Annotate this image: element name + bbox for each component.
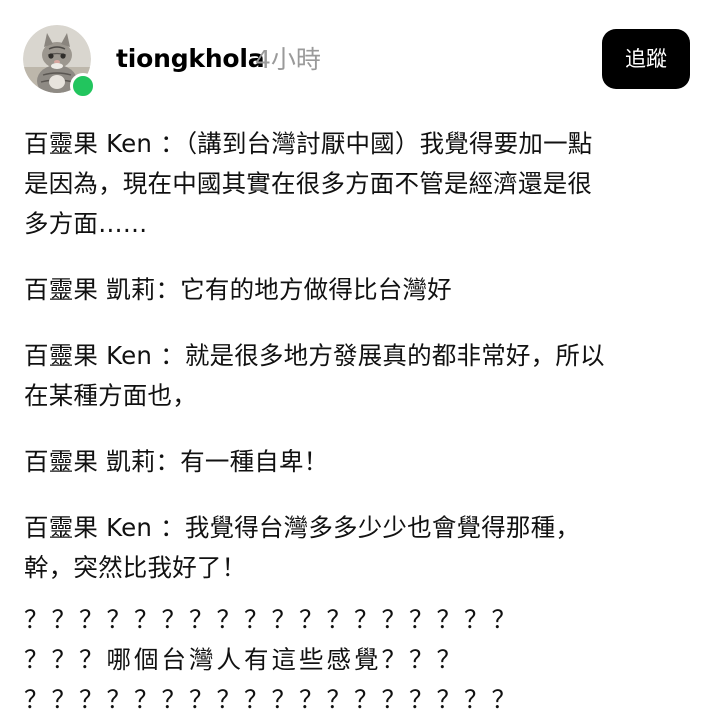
post-header: tiongkhola 4小時 追蹤 — [0, 0, 720, 110]
quote-paragraph: 百靈果 凱莉：它有的地方做得比台灣好 — [24, 275, 452, 304]
quote-paragraph: 百靈果 Ken ：我覺得台灣多多少少也會覺得那種， 幹，突然比我好了！ — [24, 513, 581, 582]
quote-paragraph: 百靈果 Ken ：（講到台灣討厭中國）我覺得要加一點 是因為，現在中國其實在很多… — [24, 129, 593, 238]
quote-paragraph: 百靈果 Ken ：就是很多地方發展真的都非常好，所以 在某種方面也， — [24, 341, 605, 410]
follow-button[interactable]: 追蹤 — [602, 29, 690, 89]
question-reaction: ？？？？？？？？？？？？？？？？？？ ？？？哪個台灣人有這些感覺？？？ ？？？？… — [24, 600, 694, 720]
username-link[interactable]: tiongkhola — [116, 42, 265, 76]
question-line: ？？？？？？？？？？？？？？？？？？ — [24, 605, 519, 634]
question-line: ？？？？？？？？？？？？？？？？？？ — [24, 685, 519, 714]
post-timestamp: 4小時 — [255, 45, 321, 74]
author-avatar[interactable] — [23, 25, 96, 99]
post-text: 百靈果 Ken ：（講到台灣討厭中國）我覺得要加一點 是因為，現在中國其實在很多… — [24, 124, 694, 588]
online-status-dot — [70, 73, 96, 99]
question-line: ？？？哪個台灣人有這些感覺？？？ — [24, 645, 464, 674]
quote-paragraph: 百靈果 凱莉：有一種自卑！ — [24, 447, 329, 476]
